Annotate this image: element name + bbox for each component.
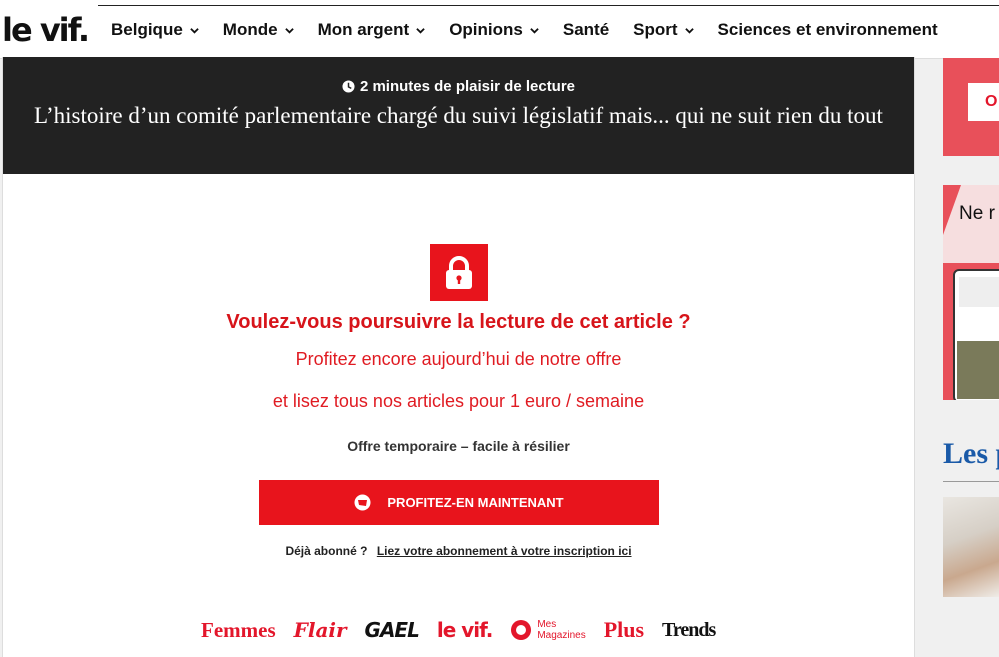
brand-logos: Femmes Flair GAEL le vif. Mes Magazines … [201,617,716,643]
rail-article-thumbnail[interactable] [943,497,999,597]
already-subscribed: Déjà abonné ? Liez votre abonnement à vo… [3,544,914,558]
nav-item-sciences[interactable]: Sciences et environnement [718,18,938,42]
brand-levif-logo[interactable]: le vif. [437,617,493,643]
advert-phone-image [953,269,999,400]
mesmagazines-icon [511,620,532,640]
clock-icon [342,80,355,93]
article-title: L’histoire d’un comité parlementaire cha… [34,103,883,128]
nav-item-label: Opinions [449,20,523,39]
article-hero: 2 minutes de plaisir de lecture L’histoi… [3,57,914,174]
nav-item-belgique[interactable]: Belgique [111,18,199,42]
chevron-down-icon [190,27,199,34]
nav-item-label: Sport [633,20,678,39]
cta-label: PROFITEZ-EN MAINTENANT [387,495,564,510]
already-subscribed-label: Déjà abonné ? [285,544,368,558]
nav-item-sport[interactable]: Sport [633,18,694,42]
nav-item-sante[interactable]: Santé [563,18,609,42]
nav-item-monde[interactable]: Monde [223,18,294,42]
offer-line: et lisez tous nos articles pour 1 euro /… [272,391,645,411]
lock-icon [446,255,472,289]
offer-line: Profitez encore aujourd’hui de notre off… [295,349,622,369]
phone-screen-header [959,277,999,307]
chevron-down-icon [530,27,539,34]
nav-item-mon-argent[interactable]: Mon argent [318,18,426,42]
lock-badge [430,244,488,301]
article-card: 2 minutes de plaisir de lecture L’histoi… [2,57,915,657]
paywall-question: Voulez-vous poursuivre la lecture de cet… [226,311,691,333]
read-time-label: 2 minutes de plaisir de lecture [359,78,576,95]
rail-advert[interactable]: Ne r [943,185,999,400]
brand-mesmagazines-logo[interactable]: Mes Magazines [510,619,586,641]
brand-plus-logo[interactable]: Plus [604,617,644,643]
nav-item-label: Monde [222,20,278,39]
promo-circle-icon [354,494,371,511]
brand-flair-logo[interactable]: Flair [294,617,347,643]
chevron-down-icon [684,27,694,34]
site-header: le vif. Belgique Monde Mon argent Opinio… [0,0,999,59]
nav-item-label: Santé [562,20,610,39]
site-logo[interactable]: le vif. [2,10,90,50]
rail-section-heading: Les p [943,437,999,470]
nav-item-label: Belgique [111,20,183,39]
mesmagazines-text: Mes Magazines [537,619,585,641]
nav-item-opinions[interactable]: Opinions [449,18,539,42]
rail-divider [943,481,999,482]
nav-item-label: Mon argent [317,20,410,39]
rail-promo-block: O [943,58,999,156]
brand-gael-logo[interactable]: GAEL [365,617,420,643]
mesmagazines-line1: Mes [537,619,557,630]
mesmagazines-line2: Magazines [537,630,586,641]
chevron-down-icon [284,27,294,34]
header-rule [98,5,999,6]
read-time: 2 minutes de plaisir de lecture [3,78,914,95]
phone-screen-photo [957,341,999,399]
brand-femmes-logo[interactable]: Femmes [201,617,276,643]
rail-promo-button[interactable]: O [968,83,999,121]
nav-item-label: Sciences et environnement [717,20,938,39]
brand-trends-logo[interactable]: Trends [662,617,716,643]
subscribe-cta-button[interactable]: PROFITEZ-EN MAINTENANT [259,480,659,525]
offer-note: Offre temporaire – facile à résilier [347,438,570,454]
main-nav: Belgique Monde Mon argent Opinions Santé… [111,18,962,42]
advert-text: Ne r [959,203,995,224]
chevron-down-icon [416,27,425,34]
link-subscription-link[interactable]: Liez votre abonnement à votre inscriptio… [377,544,632,558]
